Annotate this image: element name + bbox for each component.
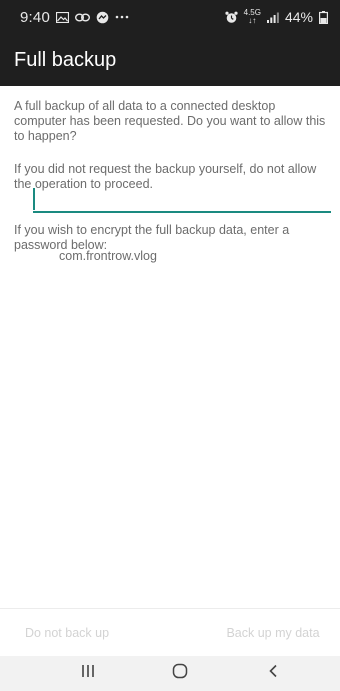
status-time: 9:40	[20, 8, 50, 26]
recents-button[interactable]	[58, 656, 118, 691]
alarm-icon	[225, 11, 238, 24]
messenger-icon	[96, 11, 109, 24]
screen: 9:40 4.5G ↓↑ 44% Full backup A full back…	[0, 0, 340, 691]
home-button[interactable]	[150, 656, 210, 691]
password-field[interactable]	[33, 185, 331, 213]
intro-text: A full backup of all data to a connected…	[14, 99, 326, 143]
app-bar: Full backup	[0, 34, 340, 86]
button-bar: Do not back up Back up my data	[0, 608, 340, 656]
network-type-icon: 4.5G ↓↑	[244, 9, 261, 25]
image-icon	[56, 11, 69, 23]
do-not-back-up-button[interactable]: Do not back up	[0, 609, 162, 657]
recents-icon	[81, 664, 95, 683]
page-title: Full backup	[14, 48, 117, 71]
back-icon	[268, 664, 278, 683]
home-icon	[172, 663, 188, 684]
signal-icon	[266, 12, 279, 23]
status-left: 9:40	[20, 9, 129, 26]
status-right: 4.5G ↓↑ 44%	[225, 9, 328, 25]
more-dots-icon	[115, 15, 129, 19]
status-bar: 9:40 4.5G ↓↑ 44%	[0, 0, 340, 34]
data-arrows: ↓↑	[248, 16, 257, 25]
battery-percentage: 44%	[284, 9, 313, 25]
navigation-bar	[0, 656, 340, 691]
back-up-my-data-button[interactable]: Back up my data	[162, 609, 340, 657]
package-name: com.frontrow.vlog	[59, 249, 157, 263]
link-icon	[75, 13, 90, 22]
back-button[interactable]	[243, 656, 303, 691]
battery-icon	[319, 10, 328, 24]
text-cursor	[33, 188, 35, 210]
